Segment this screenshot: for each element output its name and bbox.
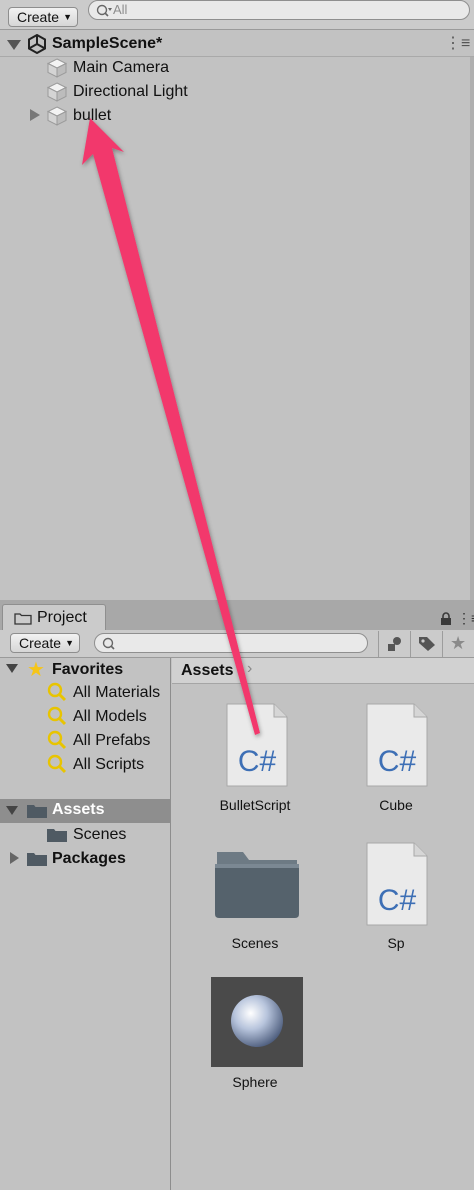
annotation-arrow — [82, 118, 260, 735]
